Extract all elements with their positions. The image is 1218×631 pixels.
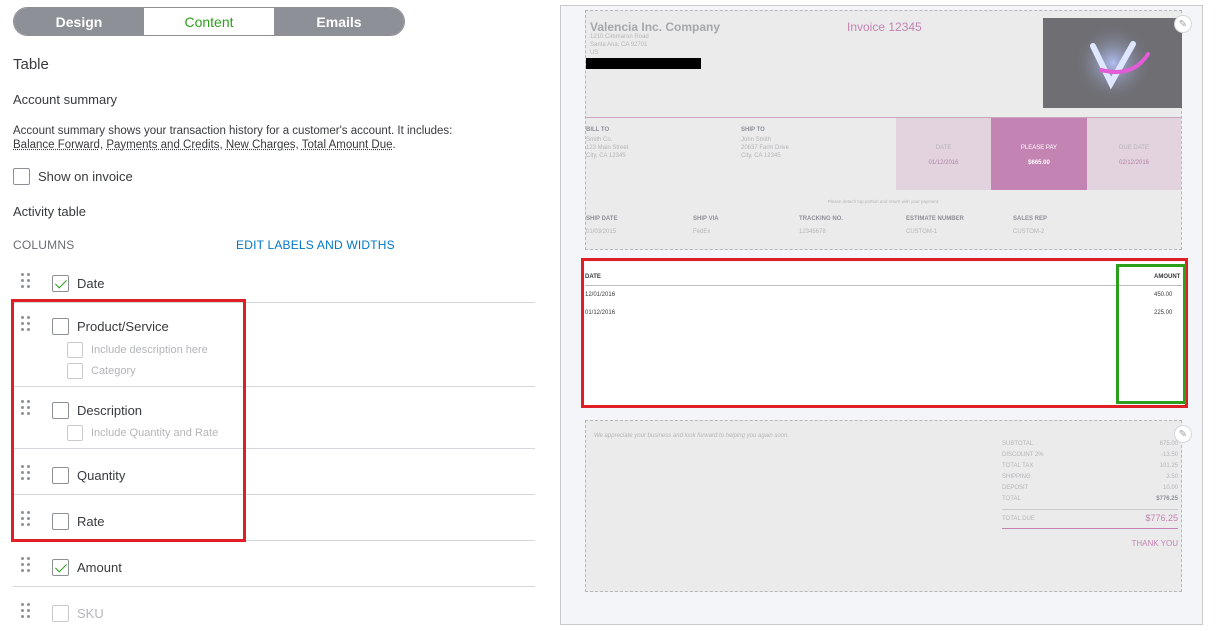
show-on-invoice-label: Show on invoice <box>38 169 133 184</box>
highlight-box <box>11 299 246 542</box>
company-logo <box>1043 18 1182 108</box>
drag-handle-icon[interactable] <box>21 557 31 573</box>
ship-field-value: 01/03/2015 <box>586 229 617 235</box>
account-summary-heading: Account summary <box>13 92 118 107</box>
sku-column-label: SKU <box>77 606 104 621</box>
ship-field-value: 12345678 <box>799 229 826 235</box>
totals-label: DEPOSIT <box>1002 485 1029 491</box>
due-date-value: 02/12/2016 <box>1118 160 1150 166</box>
bill-to-line: City, CA 12345 <box>586 153 626 159</box>
ship-to-label: SHIP TO <box>741 127 765 133</box>
ship-to-line: 20637 Farm Drive <box>741 145 790 151</box>
ship-field-label: ESTIMATE NUMBER <box>906 216 964 222</box>
bill-to-line: 123 Main Street <box>586 145 629 151</box>
ship-field-label: SALES REP <box>1013 216 1048 222</box>
invoice-footer-card[interactable]: We appreciate your business and look for… <box>585 420 1192 592</box>
due-date-box: DUE DATE 02/12/2016 <box>1087 118 1181 190</box>
company-name: Valencia Inc. Company <box>590 20 721 34</box>
please-pay-label: PLEASE PAY <box>1020 145 1058 151</box>
ship-to-line: John Smith <box>741 137 772 143</box>
totals-label: TOTAL TAX <box>1002 463 1034 469</box>
account-summary-description: Account summary shows your transaction h… <box>13 125 453 151</box>
drag-handle-icon[interactable] <box>21 273 31 289</box>
tab-content[interactable]: Content <box>144 8 274 35</box>
detach-note: Please detach top portion and return wit… <box>827 199 940 204</box>
summary-item: Total Amount Due <box>301 139 393 151</box>
date-label: DATE <box>935 145 952 151</box>
section-title: Table <box>13 56 49 73</box>
please-pay-box: PLEASE PAY $665.00 <box>991 118 1087 190</box>
totals-divider <box>1002 509 1178 510</box>
ship-to-line: City, CA 12345 <box>741 153 781 159</box>
totals-label: SHIPPING <box>1002 474 1031 480</box>
thank-you-text: THANK YOU <box>1131 539 1178 548</box>
redaction-bar <box>586 58 701 69</box>
date-box: DATE 01/12/2016 <box>896 118 991 190</box>
totals-label: SUBTOTAL <box>1002 441 1034 447</box>
account-summary-text: Account summary shows your transaction h… <box>13 125 453 137</box>
divider <box>13 586 535 587</box>
highlight-box <box>1116 264 1186 404</box>
summary-item: New Charges <box>225 139 296 151</box>
ship-field-value: FedEx <box>693 229 711 235</box>
ship-field-value: CUSTOM-1 <box>906 229 938 235</box>
company-address-line: US <box>590 50 599 56</box>
totals-label: TOTAL <box>1002 496 1021 502</box>
ship-field-value: CUSTOM-2 <box>1013 229 1045 235</box>
date-column-label: Date <box>77 276 105 291</box>
sku-column-checkbox[interactable] <box>52 605 69 622</box>
activity-table-heading: Activity table <box>13 204 86 219</box>
tab-bar: Design Content Emails <box>13 7 405 36</box>
company-address-line: Santa Ana, CA 92701 <box>590 42 648 48</box>
edit-pencil-icon[interactable]: ✎ <box>1174 425 1192 443</box>
amount-column-checkbox[interactable] <box>52 559 69 576</box>
summary-item: Balance Forward <box>13 139 100 151</box>
highlight-box <box>581 258 1188 408</box>
invoice-title: Invoice 12345 <box>847 20 922 34</box>
bill-to-label: BILL TO <box>586 127 610 133</box>
please-pay-value: $665.00 <box>1028 160 1050 166</box>
ship-field-label: SHIP VIA <box>693 216 719 222</box>
ship-field-label: TRACKING NO. <box>799 216 843 222</box>
edit-pencil-icon[interactable]: ✎ <box>1174 15 1192 33</box>
total-due-value: $776.25 <box>1145 513 1178 523</box>
totals-value: 3.50 <box>1166 474 1178 480</box>
footer-message: We appreciate your business and look for… <box>594 433 790 439</box>
tab-design[interactable]: Design <box>14 8 144 35</box>
ship-field-label: SHIP DATE <box>586 216 618 222</box>
company-address-line: 1210 Cimmaron Road <box>590 34 649 40</box>
show-on-invoice-checkbox[interactable] <box>13 168 30 185</box>
total-due-label: TOTAL DUE <box>1002 516 1035 522</box>
date-column-checkbox[interactable] <box>52 275 69 292</box>
drag-handle-icon[interactable] <box>21 603 31 619</box>
date-value: 01/12/2016 <box>928 160 959 166</box>
totals-value: 10.00 <box>1162 485 1178 491</box>
tab-emails[interactable]: Emails <box>274 8 404 35</box>
amount-column-label: Amount <box>77 560 122 575</box>
summary-item: Payments and Credits <box>106 139 220 151</box>
edit-labels-link[interactable]: EDIT LABELS AND WIDTHS <box>236 238 395 252</box>
bill-to-line: Smith Co. <box>586 137 613 143</box>
totals-value: 101.25 <box>1159 463 1178 469</box>
totals-value: $776.25 <box>1156 496 1178 502</box>
totals-value: 675.00 <box>1159 441 1178 447</box>
columns-heading: COLUMNS <box>13 238 75 252</box>
totals-value: -13.50 <box>1160 452 1178 458</box>
total-due-divider <box>1002 528 1178 529</box>
totals-label: DISCOUNT 2% <box>1002 452 1044 458</box>
due-date-label: DUE DATE <box>1119 145 1149 151</box>
invoice-header-card[interactable]: Valencia Inc. Company 1210 Cimmaron Road… <box>585 10 1192 250</box>
